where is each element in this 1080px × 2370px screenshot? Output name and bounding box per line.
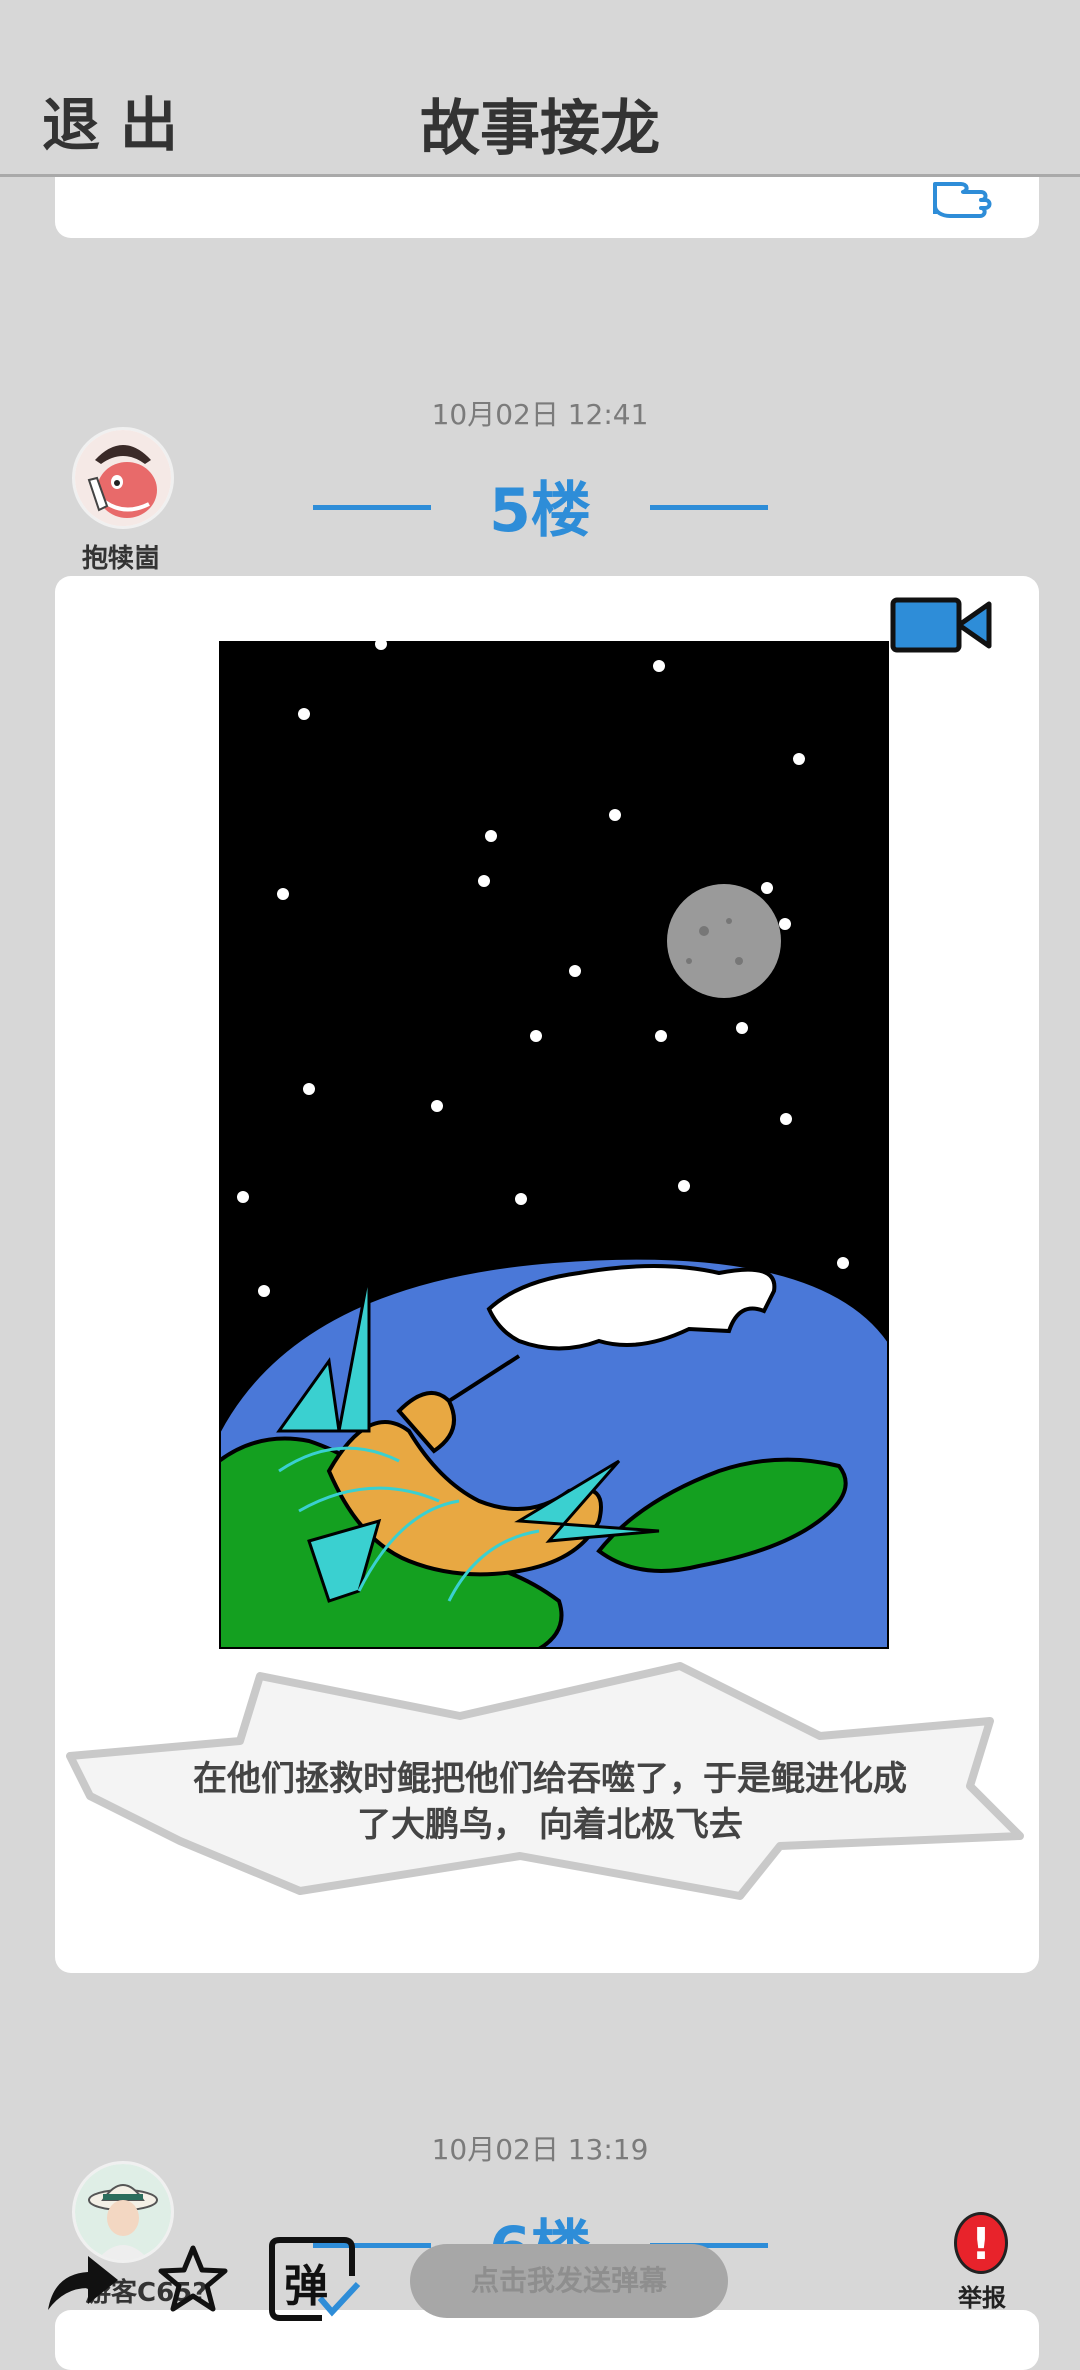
next-post-card	[55, 2310, 1039, 2370]
page-title: 故事接龙	[420, 94, 660, 164]
caption-bubble: 在他们拯救时鲲把他们给吞噬了，于是鲲进化成了大鹏鸟， 向着北极飞去	[60, 1646, 1040, 1906]
story-drawing	[219, 641, 889, 1649]
post-card: 在他们拯救时鲲把他们给吞噬了，于是鲲进化成了大鹏鸟， 向着北极飞去	[55, 576, 1039, 1973]
danmu-input[interactable]: 点击我发送弹幕	[410, 2244, 728, 2318]
report-label: 举报	[958, 2284, 1006, 2312]
user-name: 抱犊崮	[81, 544, 160, 574]
avatar-image-6	[75, 2164, 171, 2260]
star-icon[interactable]	[158, 2244, 228, 2314]
top-bar: 退出 故事接龙	[0, 0, 1080, 177]
post-timestamp: 10月02日 12:41	[431, 398, 649, 431]
danmu-icon[interactable]: 弹	[262, 2236, 362, 2322]
video-camera-icon[interactable]	[889, 596, 997, 654]
floor-divider-right	[650, 505, 768, 510]
thumbs-up-icon[interactable]	[929, 170, 1003, 224]
story-caption: 在他们拯救时鲲把他们给吞噬了，于是鲲进化成了大鹏鸟， 向着北极飞去	[193, 1759, 907, 1845]
danmu-icon-label: 弹	[284, 2261, 328, 2312]
avatar[interactable]	[72, 427, 174, 529]
avatar-image	[75, 430, 171, 526]
post-timestamp-6: 10月02日 13:19	[431, 2133, 649, 2166]
report-button[interactable]: ! 举报	[950, 2212, 1012, 2324]
share-icon[interactable]	[42, 2250, 122, 2316]
report-icon: !	[954, 2212, 1008, 2274]
